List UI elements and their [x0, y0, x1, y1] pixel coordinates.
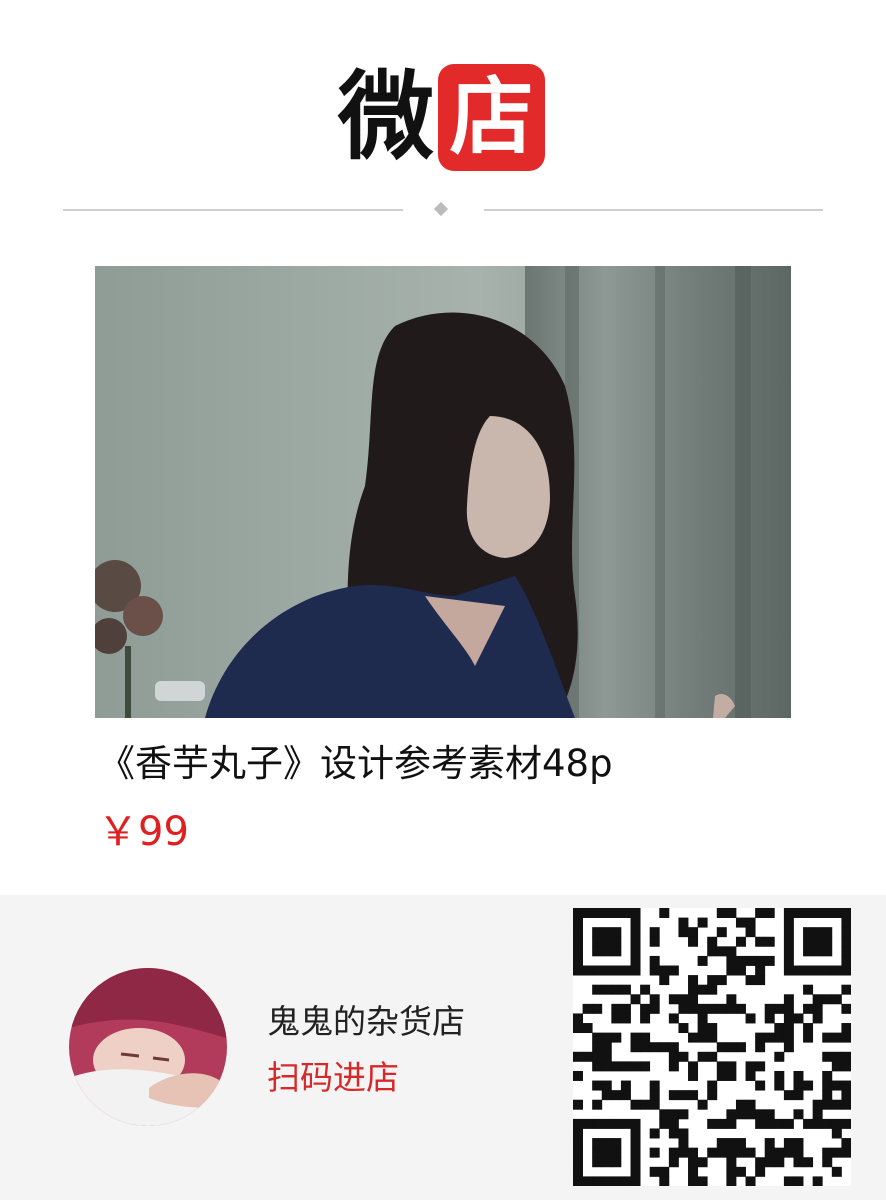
divider-diamond-icon — [433, 201, 449, 217]
weidian-logo: 微 店 — [338, 62, 545, 172]
logo-char-dian: 店 — [449, 68, 534, 166]
qr-code-icon — [573, 908, 851, 1186]
product-title[interactable]: 《香芋丸子》设计参考素材48p — [98, 740, 858, 788]
logo-badge: 店 — [438, 63, 545, 171]
scan-to-enter-link[interactable]: 扫码进店 — [267, 1056, 399, 1100]
shop-name[interactable]: 鬼鬼的杂货店 — [267, 1000, 465, 1044]
shop-avatar-icon[interactable] — [69, 968, 227, 1126]
product-image[interactable] — [95, 266, 791, 718]
product-price: ￥99 — [98, 809, 189, 855]
logo-char-wei: 微 — [338, 61, 434, 173]
divider-left — [63, 209, 403, 211]
divider-right — [484, 209, 823, 211]
